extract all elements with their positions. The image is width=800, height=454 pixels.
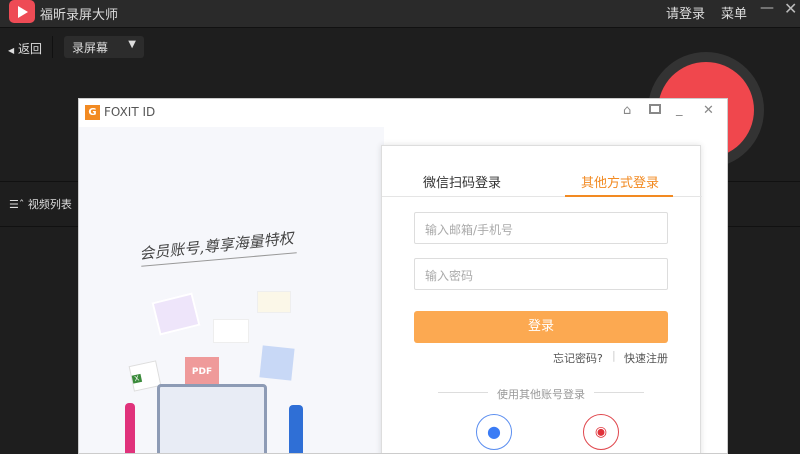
back-label: 返回 (17, 42, 42, 56)
forgot-password-link[interactable]: 忘记密码? (553, 350, 603, 366)
image-file-icon (151, 292, 201, 336)
tab-other-login[interactable]: 其他方式登录 (581, 172, 659, 191)
home-icon[interactable]: ⌂ (623, 103, 631, 118)
dialog-minimize-icon[interactable]: _ (676, 102, 683, 117)
chart-file-icon (213, 319, 249, 343)
mode-label: 录屏幕 (72, 41, 109, 55)
password-input[interactable]: 输入密码 (414, 258, 668, 290)
tab-wechat-login[interactable]: 微信扫码登录 (423, 172, 501, 191)
app-logo-icon (9, 0, 35, 23)
pdf-icon: PDF (185, 357, 219, 387)
foxit-logo-icon: G (85, 105, 100, 120)
back-arrow-icon: ◀ (8, 46, 15, 55)
promo-illustration: 会员账号,尊享海量特权 PDF X (79, 127, 384, 453)
login-button[interactable]: 登录 (414, 311, 668, 343)
dialog-close-icon[interactable]: ✕ (703, 103, 714, 118)
back-button[interactable]: ◀ 返回 (8, 40, 42, 57)
login-link[interactable]: 请登录 (666, 3, 705, 22)
foxit-id-dialog: G FOXIT ID ⌂ _ ✕ 会员账号,尊享海量特权 PDF X 微信扫码登… (78, 98, 728, 454)
feedback-icon[interactable] (649, 104, 661, 114)
man-figure (289, 405, 303, 453)
active-tab-indicator (565, 195, 673, 197)
dialog-title: FOXIT ID (104, 105, 156, 119)
login-panel: 微信扫码登录 其他方式登录 输入邮箱/手机号 输入密码 登录 忘记密码? | 快… (381, 145, 702, 453)
app-title: 福昕录屏大师 (40, 8, 119, 23)
chevron-down-icon: ▼ (128, 39, 136, 50)
qq-login-icon[interactable]: ● (476, 414, 512, 450)
laptop-illustration (157, 384, 267, 453)
register-link[interactable]: 快速注册 (624, 350, 668, 366)
divider (438, 392, 488, 393)
email-input[interactable]: 输入邮箱/手机号 (414, 212, 668, 244)
weibo-login-icon[interactable]: ◉ (583, 414, 619, 450)
divider (52, 36, 53, 58)
other-login-label: 使用其他账号登录 (497, 388, 585, 401)
close-icon[interactable]: ✕ (784, 0, 797, 18)
record-mode-select[interactable]: 录屏幕 ▼ (64, 36, 144, 58)
list-icon: ☰ˆ (9, 198, 25, 211)
video-list-label: 视频列表 (27, 198, 72, 211)
note-icon (257, 291, 291, 313)
divider (594, 392, 644, 393)
minimize-icon[interactable]: — (760, 0, 774, 16)
document-icon (259, 345, 295, 381)
video-list-toggle[interactable]: ☰ˆ 视频列表 (9, 196, 72, 212)
dialog-title-bar: G FOXIT ID ⌂ _ ✕ (79, 99, 727, 127)
woman-figure (125, 403, 135, 453)
app-title-bar: 福昕录屏大师 请登录 菜单 — ✕ (0, 0, 800, 28)
divider: | (612, 349, 616, 362)
menu-button[interactable]: 菜单 (721, 3, 747, 22)
